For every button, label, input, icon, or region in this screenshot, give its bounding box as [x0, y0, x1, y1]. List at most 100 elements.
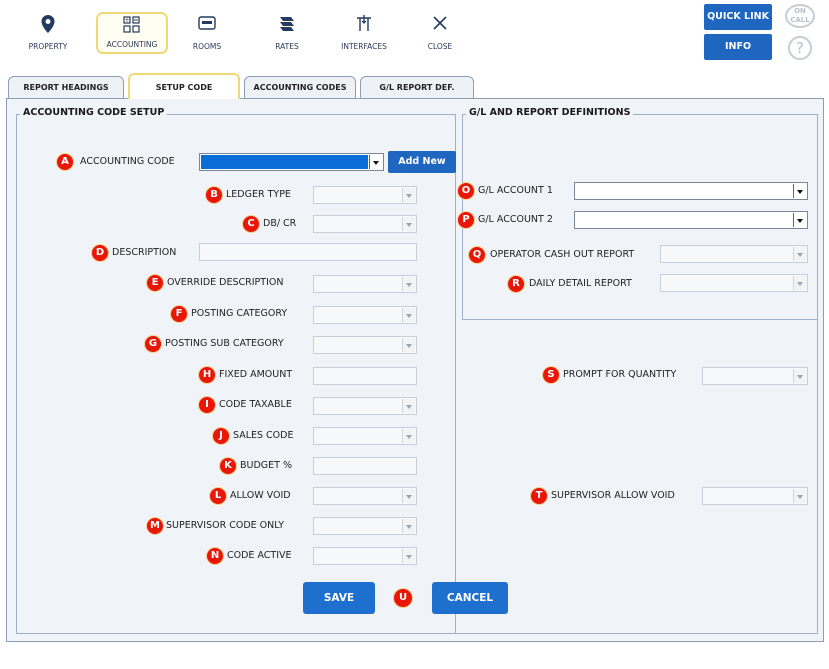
- toolbar-close-label: CLOSE: [427, 42, 453, 51]
- bottom-outer-border: [16, 633, 818, 634]
- chevron-down-icon: [793, 184, 806, 198]
- sales-code-label: SALES CODE: [233, 430, 294, 441]
- supervisor-allow-void-select[interactable]: [702, 487, 808, 505]
- description-label: DESCRIPTION: [112, 247, 177, 258]
- accounting-icon: + =: [123, 16, 140, 33]
- sales-code-select[interactable]: [313, 427, 417, 445]
- description-input[interactable]: [199, 243, 417, 261]
- code-active-select[interactable]: [313, 547, 417, 565]
- supervisor-allow-void-label: SUPERVISOR ALLOW VOID: [551, 490, 675, 501]
- toolbar-interfaces[interactable]: INTERFACES: [335, 12, 393, 54]
- badge-l: L: [210, 488, 226, 504]
- toolbar-property[interactable]: PROPERTY: [22, 12, 74, 54]
- badge-g: G: [145, 336, 161, 352]
- help-icon[interactable]: ?: [788, 36, 812, 60]
- chevron-down-icon: [402, 399, 415, 413]
- chevron-down-icon: [402, 429, 415, 443]
- accounting-code-select[interactable]: [199, 153, 384, 171]
- override-description-select[interactable]: [313, 275, 417, 293]
- chevron-down-icon: [793, 276, 806, 290]
- budget-percent-label: BUDGET %: [240, 460, 292, 471]
- help-label: ?: [796, 39, 804, 57]
- tab-report-headings[interactable]: REPORT HEADINGS: [8, 76, 124, 99]
- gl-definitions-title: G/L AND REPORT DEFINITIONS: [466, 107, 634, 118]
- on-call-label: ON CALL: [790, 7, 810, 24]
- prompt-for-quantity-label: PROMPT FOR QUANTITY: [563, 369, 677, 380]
- badge-o: O: [458, 183, 474, 199]
- chevron-down-icon: [402, 489, 415, 503]
- chevron-down-icon: [793, 369, 806, 383]
- map-pin-icon: [41, 15, 55, 33]
- toolbar-property-label: PROPERTY: [28, 42, 68, 51]
- db-cr-label: DB/ CR: [263, 218, 297, 229]
- badge-m: M: [147, 518, 163, 534]
- chevron-down-icon: [402, 338, 415, 352]
- badge-j: J: [213, 428, 229, 444]
- close-icon: [433, 16, 447, 30]
- toolbar-accounting[interactable]: + = ACCOUNTING: [96, 12, 168, 54]
- add-new-button[interactable]: Add New: [388, 151, 456, 173]
- supervisor-code-only-select[interactable]: [313, 517, 417, 535]
- budget-percent-input[interactable]: [313, 457, 417, 475]
- badge-q: Q: [469, 247, 485, 263]
- toolbar-rates[interactable]: RATES: [262, 12, 312, 54]
- toolbar-rates-label: RATES: [275, 42, 299, 51]
- on-call-icon[interactable]: ON CALL: [785, 4, 815, 28]
- toolbar-interfaces-label: INTERFACES: [341, 42, 387, 51]
- fixed-amount-input[interactable]: [313, 367, 417, 385]
- accounting-code-label: ACCOUNTING CODE: [80, 156, 175, 167]
- tab-accounting-codes[interactable]: ACCOUNTING CODES: [244, 76, 356, 99]
- toolbar-rooms-label: ROOMS: [192, 42, 222, 51]
- badge-i: I: [199, 397, 215, 413]
- accounting-code-selection: [201, 155, 368, 169]
- gl-account-2-label: G/L ACCOUNT 2: [478, 214, 553, 225]
- gl-account-1-label: G/L ACCOUNT 1: [478, 185, 553, 196]
- chevron-down-icon: [402, 549, 415, 563]
- badge-a: A: [57, 154, 73, 170]
- supervisor-code-only-label: SUPERVISOR CODE ONLY: [166, 520, 285, 531]
- gl-account-2-select[interactable]: [574, 211, 808, 229]
- badge-b: B: [206, 187, 222, 203]
- toolbar-close[interactable]: CLOSE: [418, 12, 462, 54]
- room-key-icon: [198, 16, 216, 30]
- code-taxable-select[interactable]: [313, 397, 417, 415]
- quick-link-button[interactable]: QUICK LINK: [704, 4, 772, 30]
- chevron-down-icon: [402, 188, 415, 202]
- ledger-type-label: LEDGER TYPE: [226, 189, 291, 200]
- badge-f: F: [171, 306, 187, 322]
- allow-void-select[interactable]: [313, 487, 417, 505]
- db-cr-select[interactable]: [313, 215, 417, 233]
- toolbar-accounting-label: ACCOUNTING: [106, 40, 158, 49]
- daily-detail-report-select[interactable]: [660, 274, 808, 292]
- override-description-label: OVERRIDE DESCRIPTION: [167, 277, 284, 288]
- tab-gl-report-def[interactable]: G/L REPORT DEF.: [360, 76, 474, 99]
- cancel-button[interactable]: CANCEL: [432, 582, 508, 614]
- posting-category-label: POSTING CATEGORY: [191, 308, 288, 319]
- toolbar-rooms[interactable]: ROOMS: [182, 12, 232, 54]
- gl-account-1-select[interactable]: [574, 182, 808, 200]
- tab-setup-code[interactable]: SETUP CODE: [128, 73, 240, 99]
- badge-u: U: [394, 589, 412, 607]
- badge-t: T: [531, 488, 547, 504]
- save-button[interactable]: SAVE: [303, 582, 375, 614]
- posting-category-select[interactable]: [313, 306, 417, 324]
- daily-detail-report-label: DAILY DETAIL REPORT: [529, 278, 632, 289]
- badge-p: P: [458, 212, 474, 228]
- badge-s: S: [543, 367, 559, 383]
- info-button[interactable]: INFO: [704, 34, 772, 60]
- operator-cash-out-report-select[interactable]: [660, 245, 808, 263]
- svg-text:+: +: [124, 17, 129, 24]
- fixed-amount-label: FIXED AMOUNT: [219, 369, 293, 380]
- operator-cash-out-report-label: OPERATOR CASH OUT REPORT: [490, 249, 635, 260]
- rates-icon: [280, 17, 294, 31]
- posting-sub-category-select[interactable]: [313, 336, 417, 354]
- chevron-down-icon: [402, 308, 415, 322]
- code-active-label: CODE ACTIVE: [227, 550, 292, 561]
- chevron-down-icon: [793, 489, 806, 503]
- svg-text:=: =: [133, 17, 138, 24]
- interfaces-icon: [357, 15, 371, 31]
- ledger-type-select[interactable]: [313, 186, 417, 204]
- allow-void-label: ALLOW VOID: [230, 490, 291, 501]
- prompt-for-quantity-select[interactable]: [702, 367, 808, 385]
- code-taxable-label: CODE TAXABLE: [219, 399, 292, 410]
